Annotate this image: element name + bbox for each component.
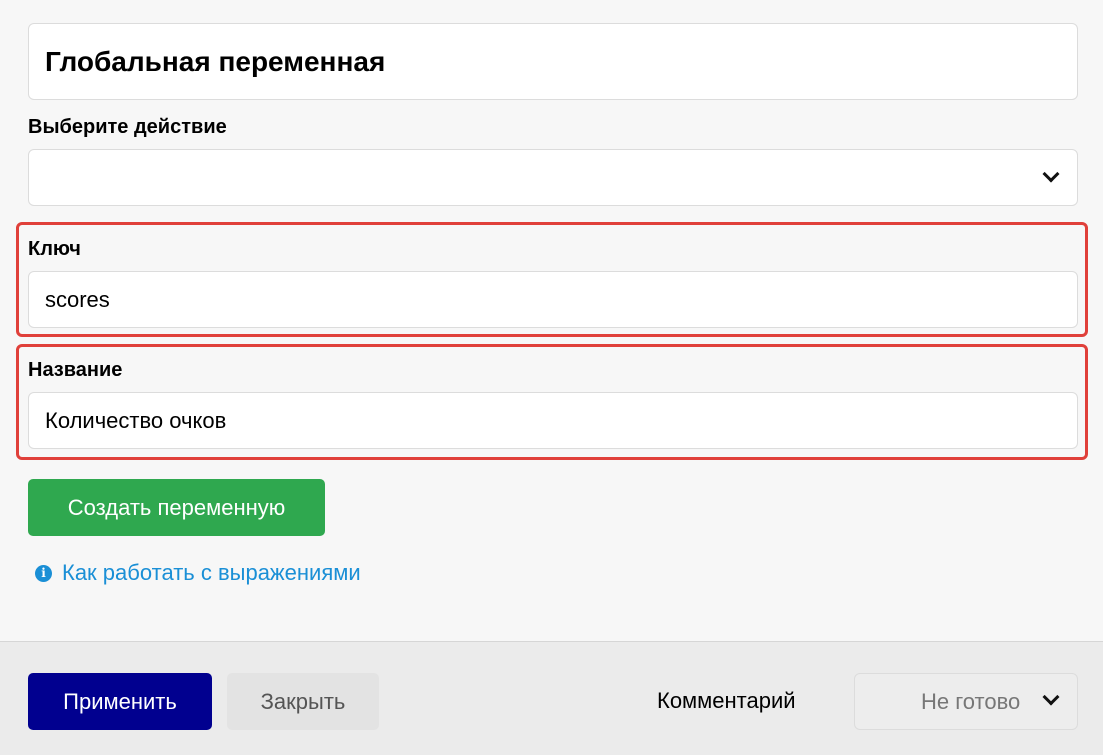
variable-editor: Глобальная переменная Выберите действие …	[0, 0, 1103, 755]
panel-title: Глобальная переменная	[28, 23, 1078, 100]
expressions-help-link[interactable]: i Как работать с выражениями	[35, 560, 361, 586]
close-button[interactable]: Закрыть	[227, 673, 379, 730]
info-icon: i	[35, 564, 52, 582]
chevron-down-icon	[1042, 688, 1060, 706]
key-label: Ключ	[28, 238, 81, 260]
status-select[interactable]: Не готово	[854, 673, 1078, 730]
footer-bar: Применить Закрыть Комментарий Не готово	[0, 641, 1103, 755]
form-panel: Глобальная переменная Выберите действие …	[0, 0, 1103, 641]
name-label: Название	[28, 359, 123, 381]
status-value: Не готово	[921, 689, 1021, 714]
apply-button[interactable]: Применить	[28, 673, 212, 730]
help-link-label[interactable]: Как работать с выражениями	[62, 560, 361, 586]
chevron-down-icon	[1042, 165, 1060, 183]
comment-link[interactable]: Комментарий	[657, 688, 796, 714]
name-input[interactable]: Количество очков	[28, 392, 1078, 449]
action-select[interactable]	[28, 149, 1078, 206]
create-variable-button[interactable]: Создать переменную	[28, 479, 325, 536]
key-input[interactable]: scores	[28, 271, 1078, 328]
action-label: Выберите действие	[28, 116, 227, 138]
